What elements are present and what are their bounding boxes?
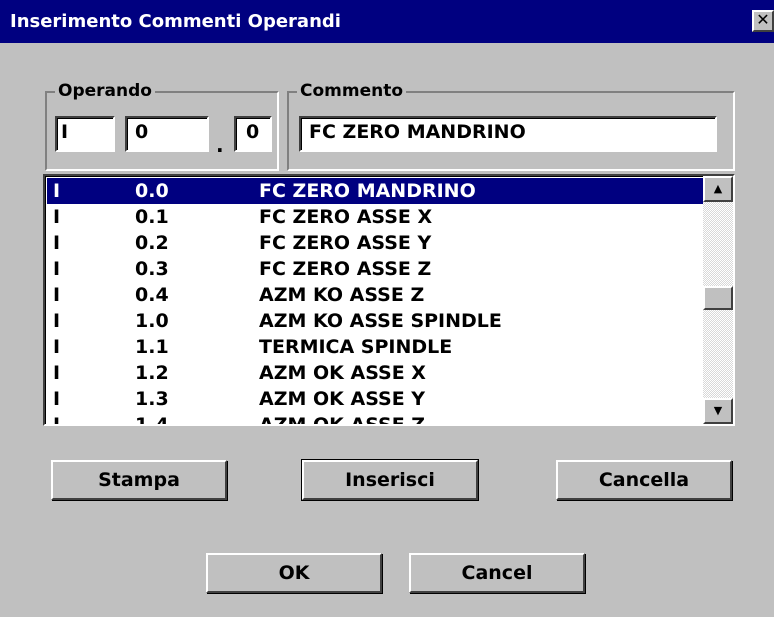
- list-item[interactable]: I 0.3 FC ZERO ASSE Z: [47, 256, 709, 282]
- operand-address: 0.3: [135, 258, 169, 280]
- list-item[interactable]: I 0.1 FC ZERO ASSE X: [47, 204, 709, 230]
- operand-address: 0.1: [135, 206, 169, 228]
- list-item[interactable]: I 1.4 AZM OK ASSE Z: [47, 412, 709, 426]
- operand-comment: AZM OK ASSE Y: [259, 388, 426, 410]
- operand-comment: AZM KO ASSE SPINDLE: [259, 310, 502, 332]
- operand-type: I: [53, 232, 61, 254]
- scroll-up-button[interactable]: ▲: [703, 176, 733, 202]
- list-item[interactable]: I 0.4 AZM KO ASSE Z: [47, 282, 709, 308]
- comment-input[interactable]: FC ZERO MANDRINO: [299, 116, 717, 152]
- operand-type: I: [53, 206, 61, 228]
- close-icon: ✕: [756, 10, 770, 29]
- operand-address: 1.0: [135, 310, 169, 332]
- scroll-thumb[interactable]: [703, 286, 733, 310]
- operand-type-field[interactable]: I: [55, 116, 115, 152]
- operand-bit-field[interactable]: 0: [234, 116, 272, 152]
- address-separator: .: [216, 133, 224, 157]
- cancel-button[interactable]: Cancel: [409, 553, 585, 593]
- scroll-down-button[interactable]: ▼: [703, 398, 733, 424]
- operand-comment: FC ZERO MANDRINO: [259, 180, 476, 202]
- operand-comment: FC ZERO ASSE Y: [259, 232, 432, 254]
- operand-type: I: [53, 310, 61, 332]
- operand-type: I: [53, 336, 61, 358]
- operand-type: I: [53, 362, 61, 384]
- operand-address: 0.4: [135, 284, 169, 306]
- list-item[interactable]: I 1.3 AZM OK ASSE Y: [47, 386, 709, 412]
- operand-list[interactable]: I 0.0 FC ZERO MANDRINO I 0.1 FC ZERO ASSE X I 0…: [43, 174, 735, 426]
- operand-comment: AZM KO ASSE Z: [259, 284, 425, 306]
- operand-type: I: [53, 180, 61, 202]
- stampa-button[interactable]: Stampa: [51, 460, 227, 500]
- close-button[interactable]: ✕: [752, 10, 774, 32]
- list-item[interactable]: I 1.0 AZM KO ASSE SPINDLE: [47, 308, 709, 334]
- operand-type: I: [53, 284, 61, 306]
- list-item[interactable]: I 0.0 FC ZERO MANDRINO: [47, 178, 709, 204]
- arrow-down-icon: ▼: [713, 404, 723, 417]
- operand-comment: TERMICA SPINDLE: [259, 336, 453, 358]
- ok-button[interactable]: OK: [206, 553, 382, 593]
- operand-comment: FC ZERO ASSE Z: [259, 258, 432, 280]
- list-item[interactable]: I 1.1 TERMICA SPINDLE: [47, 334, 709, 360]
- list-scrollbar[interactable]: ▲ ▼: [703, 176, 733, 424]
- operand-address: 1.4: [135, 414, 169, 426]
- operando-label: Operando: [55, 81, 155, 101]
- operand-comment: AZM OK ASSE X: [259, 362, 426, 384]
- cancella-button[interactable]: Cancella: [556, 460, 732, 500]
- operand-type: I: [53, 258, 61, 280]
- window-title: Inserimento Commenti Operandi: [10, 11, 341, 32]
- inserisci-button[interactable]: Inserisci: [301, 459, 479, 501]
- operand-byte-field[interactable]: 0: [125, 116, 209, 152]
- operand-type: I: [53, 414, 61, 426]
- operand-address: 1.3: [135, 388, 169, 410]
- arrow-up-icon: ▲: [713, 182, 723, 195]
- operand-address: 1.2: [135, 362, 169, 384]
- operand-type: I: [53, 388, 61, 410]
- commento-label: Commento: [297, 81, 407, 101]
- operand-address: 0.0: [135, 180, 169, 202]
- operand-comment: FC ZERO ASSE X: [259, 206, 433, 228]
- title-bar: Inserimento Commenti Operandi ✕: [0, 0, 774, 43]
- list-item[interactable]: I 1.2 AZM OK ASSE X: [47, 360, 709, 386]
- operand-comment: AZM OK ASSE Z: [259, 414, 426, 426]
- list-item[interactable]: I 0.2 FC ZERO ASSE Y: [47, 230, 709, 256]
- operand-address: 0.2: [135, 232, 169, 254]
- operand-address: 1.1: [135, 336, 169, 358]
